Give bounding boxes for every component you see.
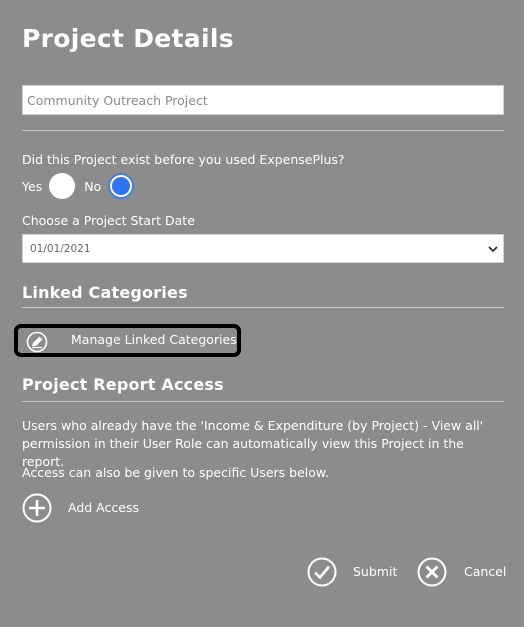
submit-label: Submit <box>353 564 398 579</box>
cancel-button[interactable]: Cancel <box>417 557 506 587</box>
existing-question-label: Did this Project exist before you used E… <box>22 152 345 167</box>
submit-button[interactable]: Submit <box>307 557 397 587</box>
chevron-down-icon <box>488 246 498 253</box>
report-access-info: Users who already have the 'Income & Exp… <box>22 418 484 469</box>
manage-linked-categories-label: Manage Linked Categories <box>71 332 237 347</box>
divider <box>22 401 504 402</box>
add-access-label: Add Access <box>68 500 139 515</box>
no-label: No <box>84 178 102 194</box>
start-date-select[interactable]: 01/01/2021 <box>22 234 504 263</box>
page-title: Project Details <box>22 24 234 53</box>
linked-categories-heading: Linked Categories <box>22 283 188 302</box>
no-radio[interactable] <box>108 173 135 199</box>
x-circle-icon <box>417 557 447 587</box>
divider <box>22 130 504 131</box>
plus-circle-icon <box>22 493 52 523</box>
divider <box>22 307 504 308</box>
report-access-note: Access can also be given to specific Use… <box>22 465 329 480</box>
manage-linked-categories-button[interactable]: Manage Linked Categories <box>14 324 241 357</box>
project-name-input[interactable] <box>22 85 504 115</box>
start-date-label: Choose a Project Start Date <box>22 213 195 228</box>
start-date-value: 01/01/2021 <box>30 242 91 255</box>
radio-selected-dot <box>112 177 131 195</box>
yes-label: Yes <box>22 178 43 194</box>
existing-radio-group: Yes No <box>22 172 135 200</box>
add-access-button[interactable]: Add Access <box>22 493 139 523</box>
cancel-label: Cancel <box>464 564 507 579</box>
edit-pencil-icon <box>26 331 48 353</box>
yes-radio[interactable] <box>49 173 76 199</box>
check-circle-icon <box>307 557 337 587</box>
project-report-access-heading: Project Report Access <box>22 375 224 394</box>
